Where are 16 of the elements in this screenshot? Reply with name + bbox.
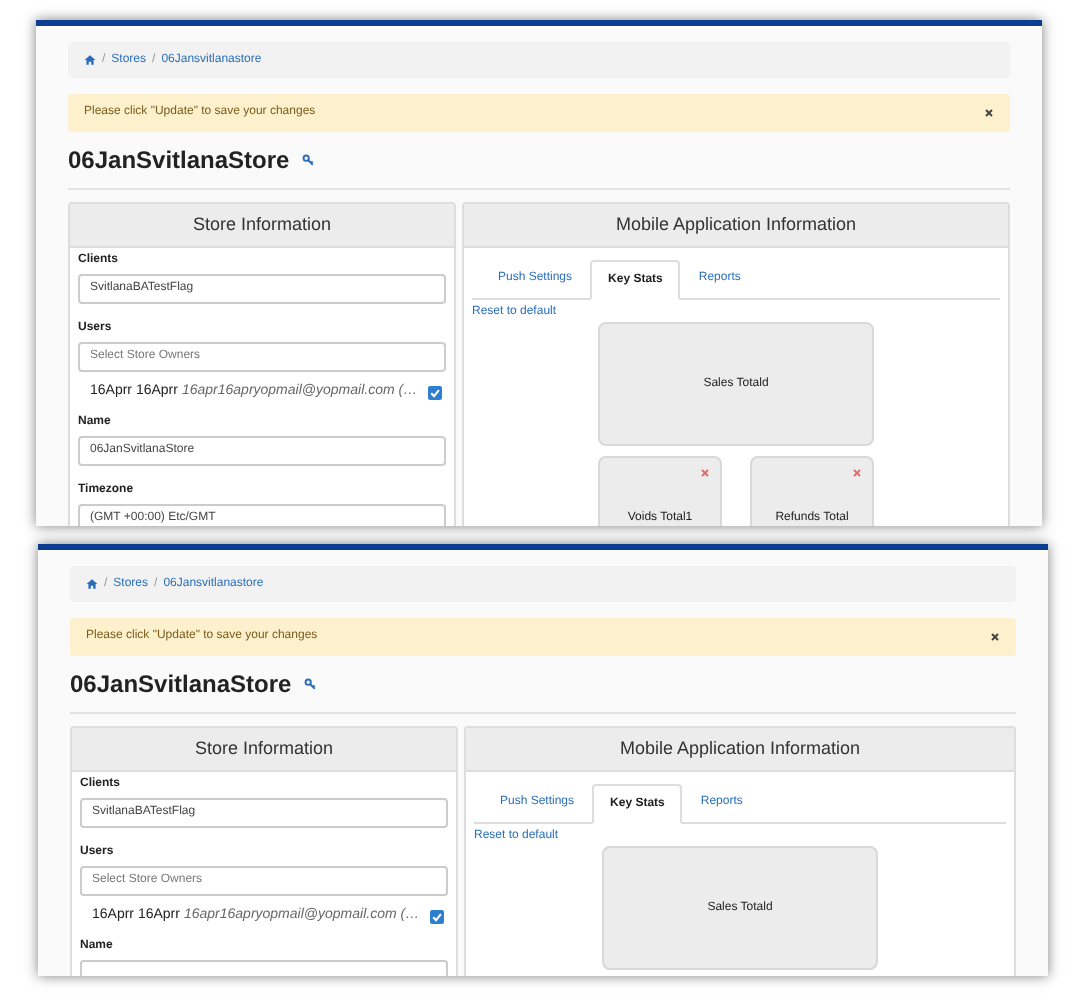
page-title: 06JanSvitlanaStore [70,672,292,696]
key-icon[interactable] [301,154,314,166]
panel-header: Store Information [70,204,454,248]
home-icon[interactable] [84,54,96,66]
key-icon[interactable] [303,678,316,690]
remove-icon[interactable] [852,468,862,478]
panel-header: Store Information [72,728,456,772]
page-title: 06JanSvitlanaStore [68,148,290,172]
remove-icon[interactable] [700,468,710,478]
close-icon[interactable] [984,108,994,118]
checkbox[interactable] [428,385,442,399]
close-icon[interactable] [990,632,1000,642]
checkbox[interactable] [430,909,444,923]
panel-header: Mobile Application Information [464,204,1008,248]
panel-header: Mobile Application Information [466,728,1014,772]
home-icon[interactable] [86,578,98,590]
